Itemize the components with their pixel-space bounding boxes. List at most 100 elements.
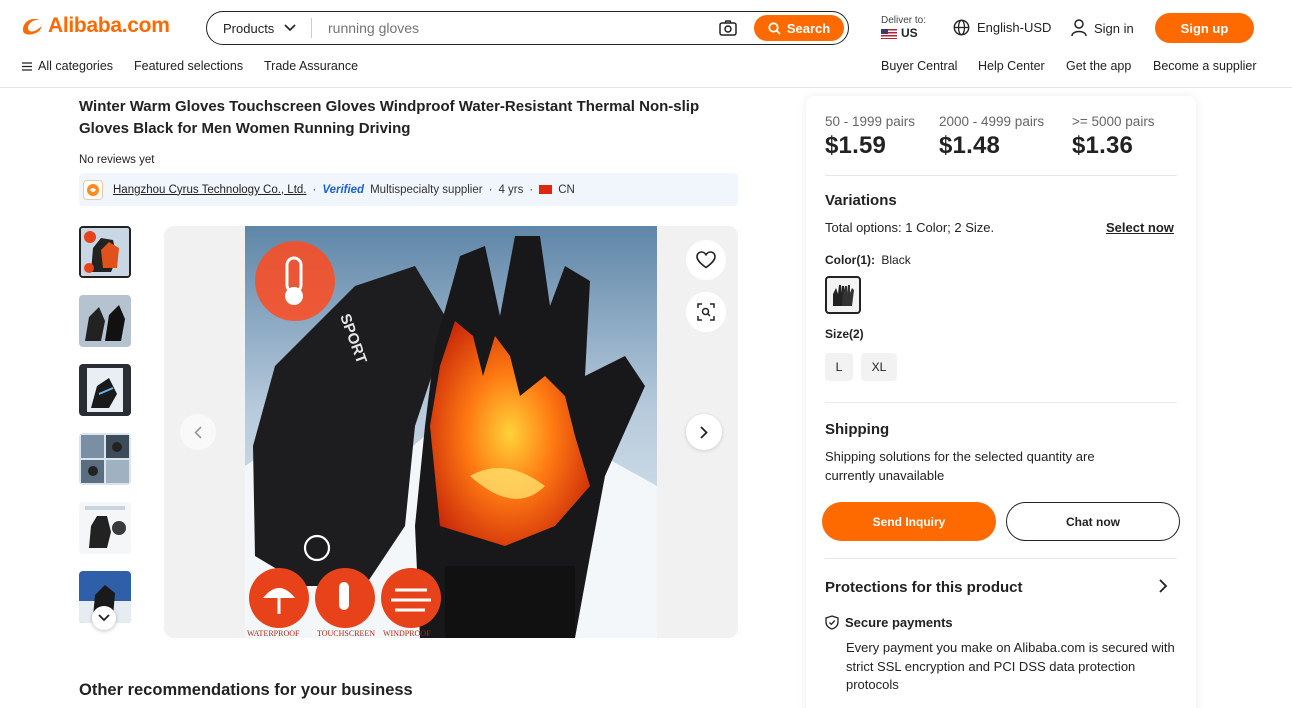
color-label: Color(1): <box>825 253 875 267</box>
divider <box>825 175 1177 176</box>
top-header: Alibaba.com Products Search Deliver to: … <box>0 0 1292 56</box>
purchase-panel: 50 - 1999 pairs $1.59 2000 - 4999 pairs … <box>806 96 1196 708</box>
thumbnail-3[interactable] <box>79 364 131 416</box>
search-input[interactable] <box>312 20 710 36</box>
search-category-label: Products <box>223 20 275 36</box>
size-label: Size(2) <box>825 327 864 341</box>
supplier-info-bar: Hangzhou Cyrus Technology Co., Ltd. · Ve… <box>79 173 738 206</box>
supplier-country: CN <box>558 183 575 196</box>
separator-dot: · <box>488 183 493 196</box>
sub-navigation: All categories Featured selections Trade… <box>0 56 1292 88</box>
camera-icon <box>719 20 737 36</box>
next-image-button[interactable] <box>686 414 722 450</box>
chevron-down-icon <box>98 614 110 622</box>
help-center-link[interactable]: Help Center <box>978 59 1045 73</box>
sign-in-link[interactable]: Sign in <box>1071 19 1134 37</box>
glove-icon <box>833 285 854 306</box>
thumbnail-4[interactable] <box>79 433 131 485</box>
supplier-type: Multispecialty supplier <box>370 183 483 196</box>
trade-assurance-link[interactable]: Trade Assurance <box>264 59 358 73</box>
sign-up-button[interactable]: Sign up <box>1155 13 1254 43</box>
image-search-button[interactable] <box>710 13 746 43</box>
main-product-image[interactable]: SPORT WATERPROOF TOUCHSCREEN WINDPROOF <box>245 226 657 638</box>
thumbnail-5[interactable] <box>79 502 131 554</box>
chevron-right-icon <box>700 425 708 439</box>
price-tiers: 50 - 1999 pairs $1.59 2000 - 4999 pairs … <box>825 114 1182 160</box>
language-currency-selector[interactable]: English-USD <box>953 19 1051 36</box>
previous-image-button[interactable] <box>180 414 216 450</box>
us-flag-icon <box>881 28 897 39</box>
tier-quantity-range: >= 5000 pairs <box>1072 114 1155 129</box>
become-supplier-link[interactable]: Become a supplier <box>1153 59 1257 73</box>
product-title: Winter Warm Gloves Touchscreen Gloves Wi… <box>79 98 700 137</box>
language-label: English-USD <box>977 20 1052 35</box>
search-bar: Products Search <box>206 11 849 45</box>
divider <box>825 402 1177 403</box>
thumbnail-2[interactable] <box>79 295 131 347</box>
user-icon <box>1071 19 1087 37</box>
divider <box>825 558 1177 559</box>
chevron-right-icon[interactable] <box>1158 578 1168 594</box>
menu-icon <box>22 61 32 71</box>
variations-heading: Variations <box>825 192 897 209</box>
search-icon <box>768 21 781 35</box>
heart-icon <box>696 251 716 269</box>
get-the-app-link[interactable]: Get the app <box>1066 59 1131 73</box>
badge-touchscreen: TOUCHSCREEN <box>317 629 375 638</box>
thumbnail-1[interactable] <box>79 226 131 278</box>
size-option-l[interactable]: L <box>825 353 853 381</box>
shipping-text: Shipping solutions for the selected quan… <box>825 449 1095 483</box>
search-category-dropdown[interactable]: Products <box>207 21 311 36</box>
recommendations-heading: Other recommendations for your business <box>79 681 413 699</box>
deliver-to-selector[interactable]: Deliver to: US <box>881 14 926 40</box>
size-option-xl[interactable]: XL <box>861 353 897 381</box>
color-row: Color(1): Black <box>825 253 911 267</box>
shipping-heading: Shipping <box>825 421 890 438</box>
all-categories-label: All categories <box>38 59 114 73</box>
variations-total: Total options: 1 Color; 2 Size. <box>825 220 994 235</box>
alibaba-logo[interactable]: Alibaba.com <box>20 14 170 38</box>
secure-payments-label: Secure payments <box>845 615 953 630</box>
chat-now-button[interactable]: Chat now <box>1006 502 1180 541</box>
send-inquiry-button[interactable]: Send Inquiry <box>822 502 996 541</box>
featured-selections-link[interactable]: Featured selections <box>134 59 243 73</box>
tier-price: $1.48 <box>939 132 1001 159</box>
select-now-link[interactable]: Select now <box>1106 220 1174 235</box>
price-tier: >= 5000 pairs $1.36 <box>1072 114 1182 160</box>
cn-flag-icon <box>539 185 553 194</box>
visual-search-button[interactable] <box>686 292 726 332</box>
buyer-central-link[interactable]: Buyer Central <box>881 59 957 73</box>
shield-check-icon <box>825 615 839 630</box>
color-option-black[interactable] <box>825 276 861 314</box>
tier-price: $1.36 <box>1072 132 1134 159</box>
badge-waterproof: WATERPROOF <box>247 629 300 638</box>
reviews-status: No reviews yet <box>79 154 155 166</box>
supplier-logo-icon <box>83 179 103 200</box>
tier-price: $1.59 <box>825 132 887 159</box>
deliver-country: US <box>901 26 918 40</box>
globe-icon <box>953 19 970 36</box>
price-tier: 2000 - 4999 pairs $1.48 <box>939 114 1072 160</box>
color-value: Black <box>881 253 911 267</box>
add-to-favorites-button[interactable] <box>686 240 726 280</box>
total-options-value: 1 Color; 2 Size. <box>905 220 995 235</box>
price-tier: 50 - 1999 pairs $1.59 <box>825 114 939 160</box>
logo-text: Alibaba.com <box>48 14 170 37</box>
verified-badge: Verified <box>322 183 365 196</box>
search-button[interactable]: Search <box>754 15 844 41</box>
alibaba-logo-icon <box>23 19 42 35</box>
protections-heading[interactable]: Protections for this product <box>825 579 1023 596</box>
sign-in-label: Sign in <box>1094 20 1134 36</box>
product-image-gallery: SPORT WATERPROOF TOUCHSCREEN WINDPROOF <box>164 226 738 638</box>
tier-quantity-range: 2000 - 4999 pairs <box>939 114 1045 129</box>
secure-payments-title: Secure payments <box>825 615 953 630</box>
separator-dot: · <box>312 183 317 196</box>
thumbnails-scroll-down-button[interactable] <box>92 606 116 630</box>
badge-windproof: WINDPROOF <box>383 629 431 638</box>
all-categories-menu[interactable]: All categories <box>22 59 113 73</box>
total-options-label: Total options: <box>825 220 902 235</box>
scan-icon <box>697 303 715 321</box>
secure-payments-description: Every payment you make on Alibaba.com is… <box>846 640 1175 692</box>
chevron-left-icon <box>194 425 202 439</box>
supplier-name-link[interactable]: Hangzhou Cyrus Technology Co., Ltd. <box>113 184 306 196</box>
